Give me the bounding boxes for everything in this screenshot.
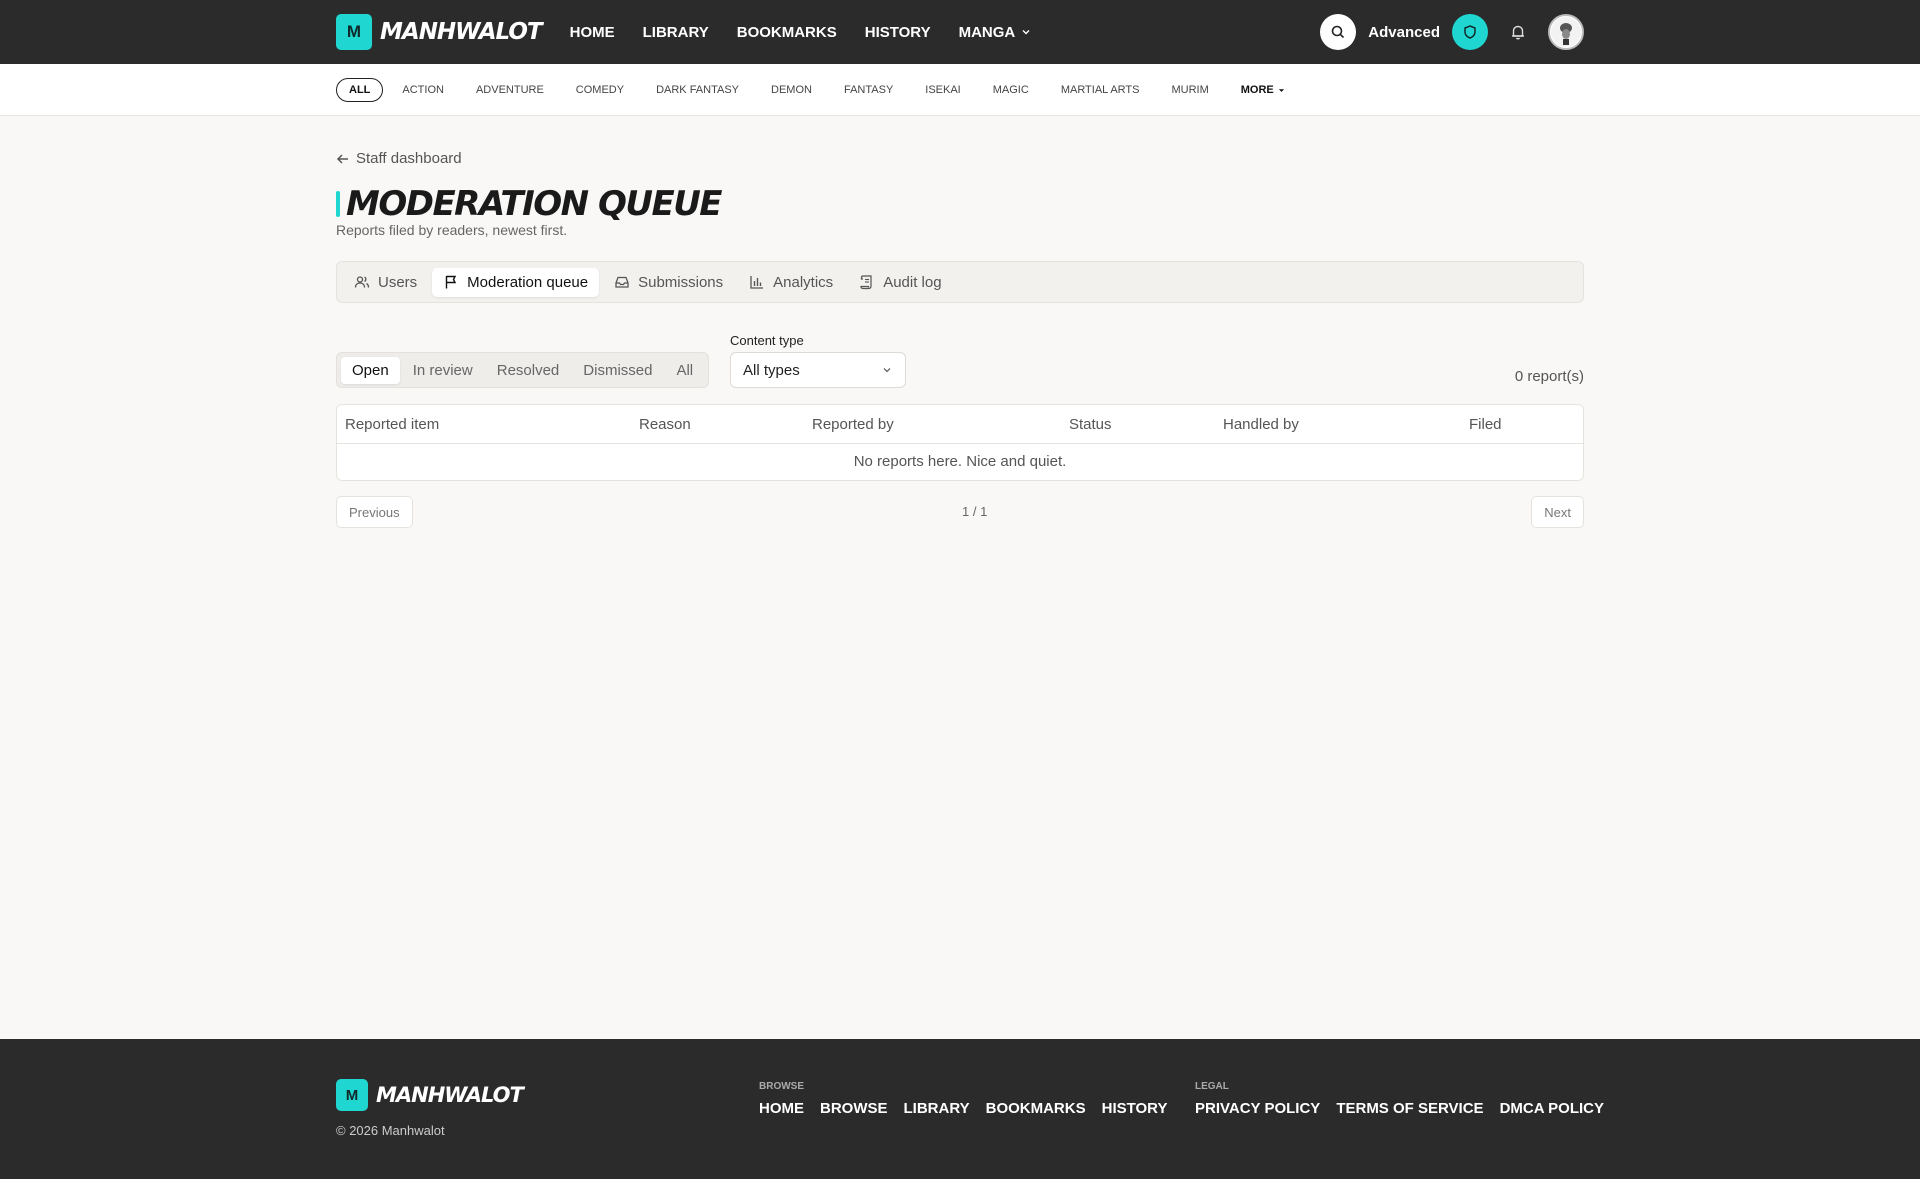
col-reported-by[interactable]: Reported by xyxy=(812,416,894,433)
genre-comedy[interactable]: COMEDY xyxy=(563,78,637,102)
search-icon xyxy=(1331,25,1345,39)
genre-murim[interactable]: MURIM xyxy=(1158,78,1221,102)
tab-users-label: Users xyxy=(378,273,418,291)
status-open[interactable]: Open xyxy=(341,356,400,384)
content-type-value: All types xyxy=(743,361,800,379)
content-type-label: Content type xyxy=(730,333,804,348)
bar-chart-icon xyxy=(750,276,764,289)
tab-users[interactable]: Users xyxy=(343,268,428,297)
table-header: Reported item Reason Reported by Status … xyxy=(337,405,1583,444)
col-status[interactable]: Status xyxy=(1069,416,1112,433)
nav-library[interactable]: LIBRARY xyxy=(643,24,709,41)
footer-link-privacy[interactable]: PRIVACY POLICY xyxy=(1195,1100,1320,1117)
avatar-image xyxy=(1551,17,1581,47)
status-all[interactable]: All xyxy=(665,357,704,384)
status-dismissed[interactable]: Dismissed xyxy=(572,357,663,384)
footer-logo-mark: M xyxy=(336,1079,368,1111)
search-button[interactable] xyxy=(1320,14,1357,50)
chevron-down-icon xyxy=(883,368,891,373)
tab-analytics-label: Analytics xyxy=(773,273,834,291)
status-filter: Open In review Resolved Dismissed All xyxy=(336,352,710,388)
tab-analytics[interactable]: Analytics xyxy=(738,268,844,297)
main-nav: HOME LIBRARY BOOKMARKS HISTORY MANGA xyxy=(570,24,1032,41)
footer-legal: LEGAL PRIVACY POLICY TERMS OF SERVICE DM… xyxy=(1195,1081,1604,1117)
genre-martial-arts[interactable]: MARTIAL ARTS xyxy=(1048,78,1153,102)
genre-all[interactable]: ALL xyxy=(336,78,384,102)
genre-dark-fantasy[interactable]: DARK FANTASY xyxy=(643,78,752,102)
footer-link-library[interactable]: LIBRARY xyxy=(904,1100,970,1117)
footer-link-bookmarks[interactable]: BOOKMARKS xyxy=(986,1100,1086,1117)
footer-browse-heading: BROWSE xyxy=(759,1081,804,1092)
genre-adventure[interactable]: ADVENTURE xyxy=(463,78,557,102)
status-resolved[interactable]: Resolved xyxy=(486,357,571,384)
back-label: Staff dashboard xyxy=(356,150,462,167)
nav-bookmarks[interactable]: BOOKMARKS xyxy=(737,24,837,41)
footer-link-history[interactable]: HISTORY xyxy=(1102,1100,1168,1117)
genre-more-dropdown[interactable]: MORE xyxy=(1228,78,1298,102)
page-subtitle: Reports filed by readers, newest first. xyxy=(336,222,568,238)
chevron-down-icon xyxy=(1022,30,1030,35)
title-accent-bar xyxy=(336,191,340,217)
col-handled-by[interactable]: Handled by xyxy=(1223,416,1299,433)
nav-home[interactable]: HOME xyxy=(570,24,615,41)
footer: M MANHWALOT © 2026 Manhwalot BROWSE HOME… xyxy=(0,1039,1920,1179)
tab-audit-log-label: Audit log xyxy=(883,273,942,291)
footer-link-terms[interactable]: TERMS OF SERVICE xyxy=(1336,1100,1483,1117)
nav-manga-label: MANGA xyxy=(958,23,1016,41)
genre-action[interactable]: ACTION xyxy=(389,78,457,102)
users-icon xyxy=(354,276,370,288)
tab-moderation-queue[interactable]: Moderation queue xyxy=(432,267,600,297)
col-filed[interactable]: Filed xyxy=(1469,416,1502,433)
footer-logo-wordmark: MANHWALOT xyxy=(376,1083,524,1107)
advanced-search-link[interactable]: Advanced xyxy=(1368,24,1440,41)
genre-isekai[interactable]: ISEKAI xyxy=(912,78,973,102)
tab-moderation-queue-label: Moderation queue xyxy=(467,273,589,291)
logo-mark[interactable]: M xyxy=(336,14,372,50)
footer-legal-heading: LEGAL xyxy=(1195,1081,1229,1092)
report-count: 0 report(s) xyxy=(1514,368,1584,385)
genre-demon[interactable]: DEMON xyxy=(758,78,825,102)
status-in-review[interactable]: In review xyxy=(402,357,484,384)
shield-icon xyxy=(1464,25,1476,39)
inbox-icon xyxy=(615,276,629,288)
footer-link-dmca[interactable]: DMCA POLICY xyxy=(1500,1100,1604,1117)
page-title: MODERATION QUEUE xyxy=(346,184,723,224)
genre-magic[interactable]: MAGIC xyxy=(980,78,1042,102)
page-title-wrap: MODERATION QUEUE xyxy=(336,184,723,224)
flag-icon xyxy=(445,275,457,289)
footer-logo[interactable]: M MANHWALOT xyxy=(336,1079,524,1111)
staff-tabs: Users Moderation queue Submissions Analy… xyxy=(336,261,1584,303)
avatar[interactable] xyxy=(1548,14,1584,50)
genre-bar: ALL ACTION ADVENTURE COMEDY DARK FANTASY… xyxy=(0,64,1920,116)
tab-submissions-label: Submissions xyxy=(638,273,724,291)
nav-history[interactable]: HISTORY xyxy=(865,24,931,41)
bell-icon xyxy=(1512,25,1524,40)
next-page-button[interactable]: Next xyxy=(1531,496,1584,528)
col-reported-item[interactable]: Reported item xyxy=(345,416,439,433)
nav-manga-dropdown[interactable]: MANGA xyxy=(959,24,1032,41)
back-to-staff-dashboard[interactable]: Staff dashboard xyxy=(336,150,462,167)
arrow-left-icon xyxy=(336,153,348,164)
copyright: © 2026 Manhwalot xyxy=(336,1123,445,1138)
caret-down-icon xyxy=(1278,88,1284,92)
footer-link-home[interactable]: HOME xyxy=(759,1100,804,1117)
footer-browse: BROWSE HOME BROWSE LIBRARY BOOKMARKS HIS… xyxy=(759,1081,1167,1117)
reports-table: Reported item Reason Reported by Status … xyxy=(336,404,1584,481)
table-empty-state: No reports here. Nice and quiet. xyxy=(853,453,1067,470)
notifications-button[interactable] xyxy=(1500,14,1536,50)
top-navbar: M MANHWALOT HOME LIBRARY BOOKMARKS HISTO… xyxy=(0,0,1920,64)
staff-shield-button[interactable] xyxy=(1452,14,1488,50)
logo-wordmark[interactable]: MANHWALOT xyxy=(380,19,543,45)
col-reason[interactable]: Reason xyxy=(639,416,691,433)
scroll-icon xyxy=(860,275,872,290)
tab-audit-log[interactable]: Audit log xyxy=(848,268,952,297)
genre-more-label: MORE xyxy=(1240,84,1274,96)
content-type-select[interactable]: All types xyxy=(730,352,906,388)
genre-fantasy[interactable]: FANTASY xyxy=(831,78,906,102)
footer-link-browse[interactable]: BROWSE xyxy=(820,1100,888,1117)
page-indicator: 1 / 1 xyxy=(962,504,988,519)
previous-page-button[interactable]: Previous xyxy=(336,496,413,528)
tab-submissions[interactable]: Submissions xyxy=(603,268,734,297)
